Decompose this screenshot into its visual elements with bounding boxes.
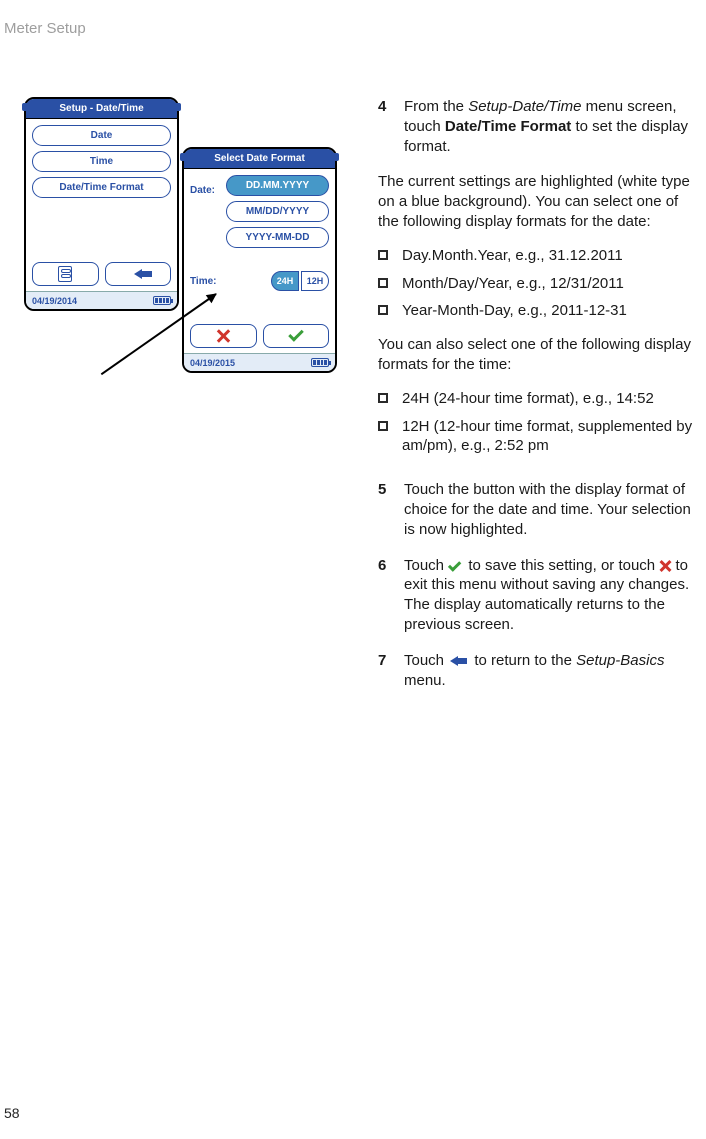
confirm-button[interactable] <box>263 324 330 348</box>
device1-body: Date Time Date/Time Format <box>26 119 177 281</box>
option-ddmmyyyy[interactable]: DD.MM.YYYY <box>226 175 329 196</box>
memory-icon <box>58 266 72 282</box>
t: Touch the button with the display format… <box>404 480 694 539</box>
t: Date/Time Format <box>445 118 571 135</box>
paragraph-formats-intro: The current settings are highlighted (wh… <box>378 172 694 231</box>
bullet-24h: 24H (24-hour time format), e.g., 14:52 <box>378 389 694 409</box>
device2-titlebar: Select Date Format <box>184 149 335 169</box>
instruction-column: 4 From the Setup-Date/Time menu screen, … <box>378 97 694 706</box>
option-12h[interactable]: 12H <box>301 271 329 291</box>
t: 12H (12-hour time format, supplemented b… <box>402 417 694 457</box>
step-num-6: 6 <box>378 556 390 635</box>
t: Setup-Date/Time <box>468 98 581 115</box>
bullet-12h: 12H (12-hour time format, supplemented b… <box>378 417 694 457</box>
t: Month/Day/Year, e.g., 12/31/2011 <box>402 274 624 294</box>
device-select-date-format: Select Date Format Date: DD.MM.YYYY MM/D… <box>182 147 337 373</box>
device2-bottom-bar <box>184 320 335 352</box>
device1-titlebar: Setup - Date/Time <box>26 99 177 119</box>
option-24h[interactable]: 24H <box>271 271 299 291</box>
option-yyyymmdd[interactable]: YYYY-MM-DD <box>226 227 329 248</box>
device-setup-datetime: Setup - Date/Time Date Time Date/Time Fo… <box>24 97 179 311</box>
square-bullet-icon <box>378 393 388 403</box>
t: Touch <box>404 652 448 669</box>
cancel-button[interactable] <box>190 324 257 348</box>
option-mmddyyyy[interactable]: MM/DD/YYYY <box>226 201 329 222</box>
t: to return to the <box>470 652 576 669</box>
device1-bottom-bar <box>26 258 177 290</box>
step-5: 5 Touch the button with the display form… <box>378 480 694 539</box>
t: Day.Month.Year, e.g., 31.12.2011 <box>402 246 623 266</box>
page-header: Meter Setup <box>0 20 706 37</box>
square-bullet-icon <box>378 278 388 288</box>
t: Touch <box>404 557 448 574</box>
t: Year-Month-Day, e.g., 2011-12-31 <box>402 301 627 321</box>
back-button[interactable] <box>105 262 172 286</box>
device2-status-date: 04/19/2015 <box>190 358 235 368</box>
device2-body: Date: DD.MM.YYYY MM/DD/YYYY YYYY-MM-DD T… <box>184 169 335 343</box>
date-label: Date: <box>190 179 226 196</box>
date-format-row: Date: DD.MM.YYYY MM/DD/YYYY YYYY-MM-DD <box>190 175 329 253</box>
step-num-4: 4 <box>378 97 390 156</box>
t: to save this setting, or touch <box>464 557 659 574</box>
x-icon <box>216 329 230 343</box>
device2-status-bar: 04/19/2015 <box>184 353 335 371</box>
battery-icon <box>311 358 329 367</box>
check-icon <box>448 558 461 571</box>
time-toggle: 24H 12H <box>271 271 329 291</box>
square-bullet-icon <box>378 421 388 431</box>
battery-icon <box>153 296 171 305</box>
device2-title: Select Date Format <box>214 153 305 164</box>
t: Setup-Basics <box>576 652 664 669</box>
menu-date[interactable]: Date <box>32 125 171 146</box>
step-num-5: 5 <box>378 480 390 539</box>
step-6: 6 Touch to save this setting, or touch t… <box>378 556 694 635</box>
bullet-ymd: Year-Month-Day, e.g., 2011-12-31 <box>378 301 694 321</box>
device1-title: Setup - Date/Time <box>59 103 143 114</box>
arrow-left-icon <box>450 656 458 666</box>
page-number: 58 <box>4 1105 20 1121</box>
memory-button[interactable] <box>32 262 99 286</box>
device1-status-date: 04/19/2014 <box>32 296 77 306</box>
paragraph-time-intro: You can also select one of the following… <box>378 335 694 375</box>
t: From the <box>404 98 468 115</box>
arrow-left-icon <box>134 269 142 279</box>
bullet-dmy: Day.Month.Year, e.g., 31.12.2011 <box>378 246 694 266</box>
step-7: 7 Touch to return to the Setup-Basics me… <box>378 651 694 691</box>
check-icon <box>288 326 304 342</box>
x-icon <box>659 560 671 572</box>
t: 24H (24-hour time format), e.g., 14:52 <box>402 389 654 409</box>
device1-status-bar: 04/19/2014 <box>26 291 177 309</box>
menu-time[interactable]: Time <box>32 151 171 172</box>
square-bullet-icon <box>378 250 388 260</box>
time-format-row: Time: 24H 12H <box>190 271 329 291</box>
square-bullet-icon <box>378 305 388 315</box>
step-4: 4 From the Setup-Date/Time menu screen, … <box>378 97 694 156</box>
time-label: Time: <box>190 276 217 287</box>
bullet-mdy: Month/Day/Year, e.g., 12/31/2011 <box>378 274 694 294</box>
menu-datetime-format[interactable]: Date/Time Format <box>32 177 171 198</box>
t: menu. <box>404 672 446 689</box>
step-num-7: 7 <box>378 651 390 691</box>
